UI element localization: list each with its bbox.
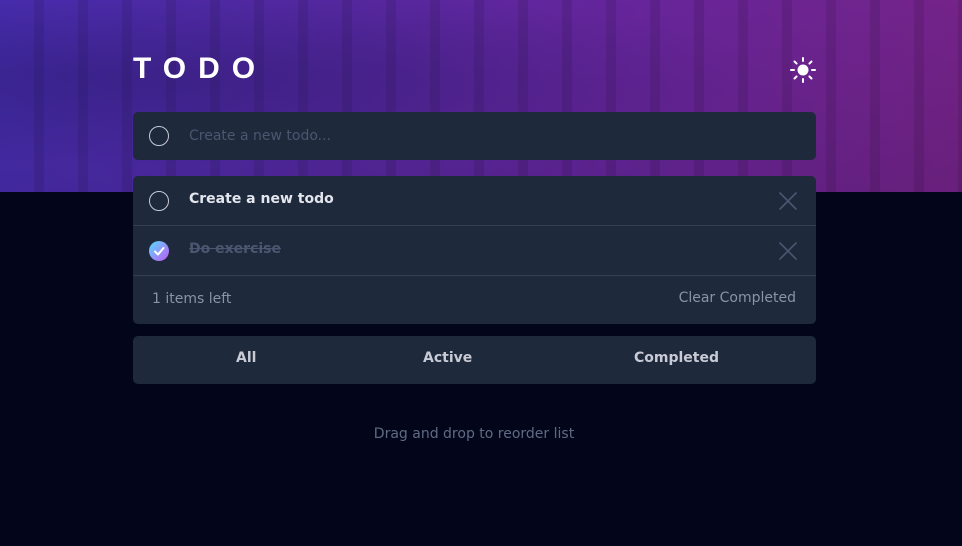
app-title: TODO bbox=[133, 52, 268, 85]
clear-completed-button[interactable]: Clear Completed bbox=[679, 290, 796, 306]
new-todo-card bbox=[133, 112, 816, 160]
checkmark-icon bbox=[154, 247, 165, 256]
list-item[interactable]: Create a new todo bbox=[133, 176, 816, 226]
filter-completed[interactable]: Completed bbox=[634, 350, 719, 366]
close-icon bbox=[779, 192, 797, 210]
filter-all[interactable]: All bbox=[236, 350, 256, 366]
todo-checkbox[interactable] bbox=[149, 191, 169, 211]
todo-list: Create a new todo Do exercise 1 items le… bbox=[133, 176, 816, 324]
todo-label: Create a new todo bbox=[189, 191, 334, 207]
filter-active[interactable]: Active bbox=[423, 350, 472, 366]
list-item[interactable]: Do exercise bbox=[133, 226, 816, 276]
close-icon bbox=[779, 242, 797, 260]
reorder-hint: Drag and drop to reorder list bbox=[373, 426, 575, 442]
todo-label: Do exercise bbox=[189, 241, 281, 257]
items-left-count: 1 items left bbox=[152, 291, 232, 307]
filter-bar: All Active Completed bbox=[133, 336, 816, 384]
delete-todo-button[interactable] bbox=[777, 240, 799, 262]
new-todo-circle-icon bbox=[149, 126, 169, 146]
header-background bbox=[0, 0, 962, 192]
theme-toggle-button[interactable] bbox=[788, 56, 818, 84]
todo-checkbox-checked[interactable] bbox=[149, 241, 169, 261]
new-todo-input[interactable] bbox=[189, 124, 789, 148]
sun-icon bbox=[790, 57, 816, 83]
list-footer: 1 items left Clear Completed bbox=[133, 276, 816, 324]
delete-todo-button[interactable] bbox=[777, 190, 799, 212]
